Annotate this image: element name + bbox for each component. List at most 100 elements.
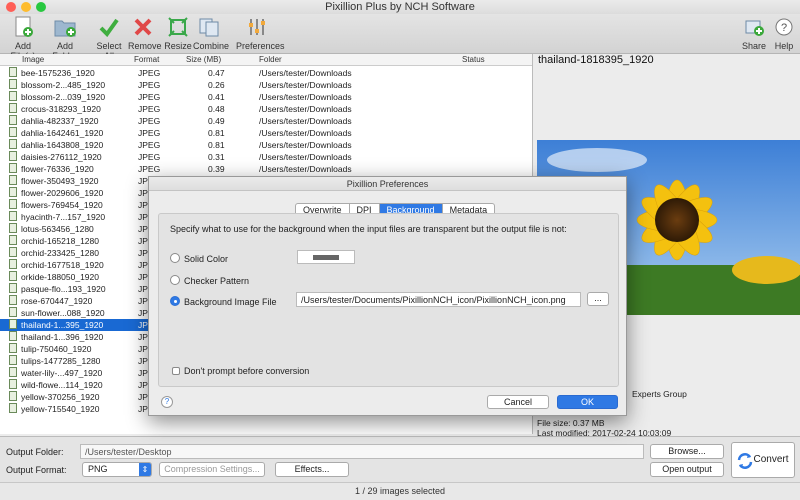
column-size-header[interactable]: Size (MB) — [186, 55, 221, 64]
combine-label: Combine — [193, 41, 230, 51]
solid-color-radio[interactable] — [170, 253, 180, 263]
table-row[interactable]: daisies-276112_1920 JPEG 0.31/Users/tester… — [0, 151, 532, 163]
image-file-icon — [9, 79, 17, 89]
cell-name: lotus-563456_1280 — [21, 224, 94, 234]
cell-format: JPEG — [138, 104, 161, 114]
column-status-header[interactable]: Status — [462, 55, 485, 64]
preview-file-size: File size: 0.37 MB — [537, 418, 605, 428]
resize-button[interactable]: Resize — [164, 16, 192, 51]
browse-output-button[interactable]: Browse... — [650, 444, 724, 459]
cell-format: JPEG — [138, 164, 161, 174]
cell-name: tulips-1477285_1280 — [21, 356, 101, 366]
cell-name: flower-2029606_1920 — [21, 188, 104, 198]
image-file-icon — [9, 235, 17, 245]
cell-name: yellow-370256_1920 — [21, 392, 100, 402]
cell-folder: /Users/tester/Downloads — [259, 68, 352, 78]
resize-label: Resize — [164, 41, 192, 51]
image-file-icon — [9, 271, 17, 281]
combine-button[interactable]: Combine — [193, 16, 229, 51]
cell-name: orchid-165218_1280 — [21, 236, 99, 246]
solid-color-label: Solid Color — [184, 254, 229, 264]
dont-prompt-checkbox[interactable] — [172, 367, 180, 375]
table-row[interactable]: dahlia-1643808_1920 JPEG 0.81/Users/tester… — [0, 139, 532, 151]
image-file-icon — [9, 283, 17, 293]
column-folder-header[interactable]: Folder — [259, 55, 282, 64]
convert-button[interactable]: Convert — [731, 442, 795, 478]
cell-folder: /Users/tester/Downloads — [259, 164, 352, 174]
cell-name: crocus-318293_1920 — [21, 104, 101, 114]
cell-folder: /Users/tester/Downloads — [259, 116, 352, 126]
ok-button[interactable]: OK — [557, 395, 618, 409]
add-file-icon — [11, 16, 35, 38]
table-row[interactable]: bee-1575236_1920 JPEG 0.47/Users/tester/Do… — [0, 67, 532, 79]
color-swatch-button[interactable] — [297, 250, 355, 264]
background-image-label: Background Image File — [184, 297, 277, 307]
effects-button[interactable]: Effects... — [275, 462, 349, 477]
share-icon — [742, 16, 766, 38]
checker-pattern-radio[interactable] — [170, 275, 180, 285]
image-file-icon — [9, 247, 17, 257]
cell-name: hyacinth-7...157_1920 — [21, 212, 106, 222]
dialog-help-button[interactable]: ? — [161, 396, 173, 408]
app-window: Pixillion Plus by NCH Software Add File(… — [0, 0, 800, 500]
chevron-updown-icon: ⇕ — [139, 463, 151, 476]
preview-title: thailand-1818395_1920 — [538, 54, 654, 66]
table-row[interactable]: blossom-2...039_1920 JPEG 0.41/Users/teste… — [0, 91, 532, 103]
output-folder-input[interactable]: /Users/tester/Desktop — [80, 444, 644, 459]
dialog-title: Pixillion Preferences — [149, 177, 626, 191]
cell-name: dahlia-1643808_1920 — [21, 140, 104, 150]
close-window-button[interactable] — [6, 2, 16, 12]
table-row[interactable]: dahlia-482337_1920 JPEG 0.49/Users/tester/… — [0, 115, 532, 127]
cell-format: JPEG — [138, 128, 161, 138]
cell-name: dahlia-1642461_1920 — [21, 128, 104, 138]
cancel-button[interactable]: Cancel — [487, 395, 549, 409]
column-image-header[interactable]: Image — [22, 55, 44, 64]
image-file-icon — [9, 187, 17, 197]
background-image-path-input[interactable]: /Users/tester/Documents/PixillionNCH_ico… — [296, 292, 581, 307]
zoom-window-button[interactable] — [36, 2, 46, 12]
image-file-icon — [9, 175, 17, 185]
image-file-icon — [9, 295, 17, 305]
svg-text:?: ? — [781, 22, 787, 34]
image-file-icon — [9, 139, 17, 149]
remove-button[interactable]: Remove — [128, 16, 162, 51]
window-controls — [6, 2, 46, 12]
toolbar: Add File(s) Add Folder Select All Remove… — [0, 14, 800, 61]
table-row[interactable]: flower-76336_1920 JPEG 0.39/Users/tester/D… — [0, 163, 532, 175]
cell-folder: /Users/tester/Downloads — [259, 104, 352, 114]
image-file-icon — [9, 199, 17, 209]
help-icon: ? — [772, 16, 796, 38]
cell-format: JPEG — [138, 116, 161, 126]
image-file-icon — [9, 355, 17, 365]
help-button[interactable]: ? Help — [772, 16, 796, 51]
cell-name: dahlia-482337_1920 — [21, 116, 99, 126]
column-format-header[interactable]: Format — [134, 55, 159, 64]
share-button[interactable]: Share — [740, 16, 768, 51]
image-file-icon — [9, 379, 17, 389]
table-row[interactable]: blossom-2...485_1920 JPEG 0.26/Users/teste… — [0, 79, 532, 91]
remove-label: Remove — [128, 41, 162, 51]
table-row[interactable]: dahlia-1642461_1920 JPEG 0.81/Users/tester… — [0, 127, 532, 139]
compression-settings-button[interactable]: Compression Settings... — [159, 462, 265, 477]
preferences-button[interactable]: Preferences — [236, 16, 285, 51]
cell-name: flowers-769454_1920 — [21, 200, 103, 210]
list-header: Image Format Size (MB) Folder Status — [0, 54, 532, 66]
cell-name: thailand-1...396_1920 — [21, 332, 104, 342]
background-description: Specify what to use for the background w… — [170, 224, 567, 234]
add-folder-icon — [53, 16, 77, 38]
output-format-select[interactable]: PNG ⇕ — [82, 462, 152, 477]
cell-name: flower-350493_1920 — [21, 176, 99, 186]
cell-name: orkide-188050_1920 — [21, 272, 99, 282]
table-row[interactable]: crocus-318293_1920 JPEG 0.48/Users/tester/… — [0, 103, 532, 115]
cell-folder: /Users/tester/Downloads — [259, 152, 352, 162]
image-file-icon — [9, 151, 17, 161]
image-file-icon — [9, 403, 17, 413]
open-output-button[interactable]: Open output — [650, 462, 724, 477]
minimize-window-button[interactable] — [21, 2, 31, 12]
background-browse-button[interactable]: ... — [587, 292, 609, 306]
background-panel: Specify what to use for the background w… — [158, 213, 619, 387]
image-file-icon — [9, 319, 17, 329]
background-image-radio[interactable] — [170, 296, 180, 306]
cell-format: JPEG — [138, 140, 161, 150]
combine-icon — [197, 16, 221, 38]
